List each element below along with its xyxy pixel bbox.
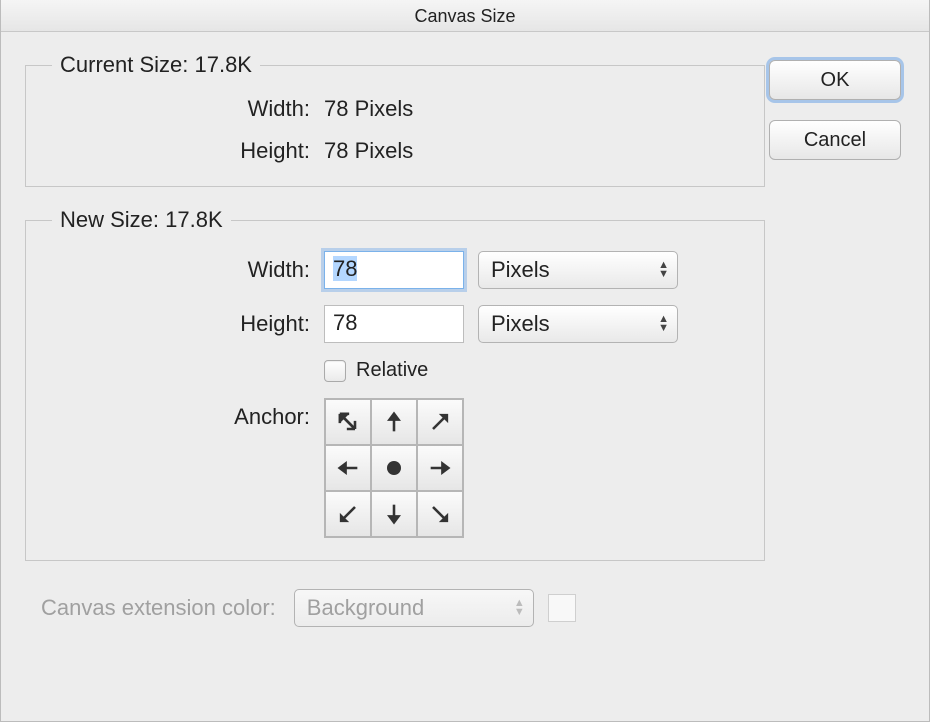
current-height-value: 78 Pixels xyxy=(324,138,413,164)
anchor-ne[interactable] xyxy=(417,399,463,445)
dialog-title: Canvas Size xyxy=(1,0,929,32)
anchor-grid xyxy=(324,398,464,538)
extension-color-select: Background ▲▼ xyxy=(294,589,534,627)
current-size-legend: Current Size: 17.8K xyxy=(52,52,260,78)
current-width-value: 78 Pixels xyxy=(324,96,413,122)
chevron-updown-icon: ▲▼ xyxy=(514,599,525,617)
new-height-label: Height: xyxy=(44,311,324,337)
cancel-button[interactable]: Cancel xyxy=(769,120,901,160)
chevron-updown-icon: ▲▼ xyxy=(658,315,669,333)
relative-checkbox[interactable]: Relative xyxy=(324,359,428,382)
anchor-nw[interactable] xyxy=(325,399,371,445)
extension-color-value: Background xyxy=(307,595,424,621)
height-unit-value: Pixels xyxy=(491,311,550,337)
width-input[interactable]: 78 xyxy=(324,251,464,289)
current-width-label: Width: xyxy=(44,96,324,122)
chevron-updown-icon: ▲▼ xyxy=(658,261,669,279)
anchor-label: Anchor: xyxy=(44,398,324,430)
width-unit-select[interactable]: Pixels ▲▼ xyxy=(478,251,678,289)
current-height-label: Height: xyxy=(44,138,324,164)
anchor-center[interactable] xyxy=(371,445,417,491)
new-size-legend: New Size: 17.8K xyxy=(52,207,231,233)
ok-button[interactable]: OK xyxy=(769,60,901,100)
anchor-e[interactable] xyxy=(417,445,463,491)
canvas-size-dialog: Canvas Size OK Cancel Current Size: 17.8… xyxy=(0,0,930,722)
extension-color-label: Canvas extension color: xyxy=(41,595,276,621)
anchor-s[interactable] xyxy=(371,491,417,537)
checkbox-box-icon xyxy=(324,360,346,382)
anchor-sw[interactable] xyxy=(325,491,371,537)
anchor-n[interactable] xyxy=(371,399,417,445)
extension-color-swatch xyxy=(548,594,576,622)
anchor-se[interactable] xyxy=(417,491,463,537)
current-size-group: Current Size: 17.8K Width: 78 Pixels Hei… xyxy=(25,52,765,187)
new-width-label: Width: xyxy=(44,257,324,283)
height-input[interactable]: 78 xyxy=(324,305,464,343)
width-unit-value: Pixels xyxy=(491,257,550,283)
new-size-group: New Size: 17.8K Width: 78 Pixels ▲▼ Heig… xyxy=(25,207,765,561)
anchor-center-dot-icon xyxy=(387,461,401,475)
anchor-w[interactable] xyxy=(325,445,371,491)
height-unit-select[interactable]: Pixels ▲▼ xyxy=(478,305,678,343)
relative-label: Relative xyxy=(356,359,428,382)
